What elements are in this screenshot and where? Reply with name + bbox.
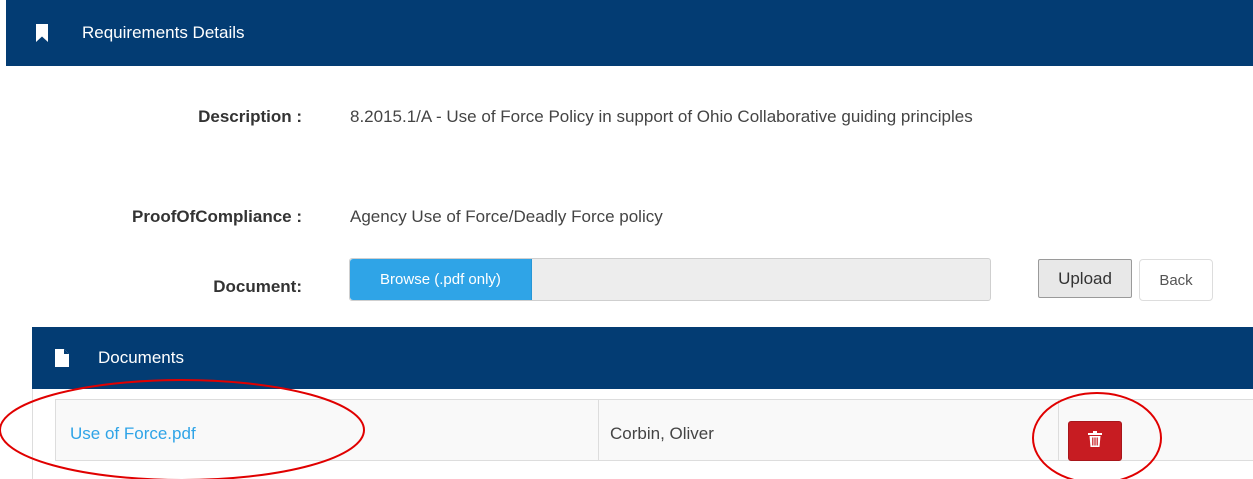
- file-name-cell: Use of Force.pdf: [56, 400, 599, 460]
- table-row: Use of Force.pdf Corbin, Oliver: [55, 399, 1253, 461]
- requirements-panel-heading: Requirements Details: [6, 0, 1253, 66]
- documents-panel-title: Documents: [98, 348, 184, 367]
- documents-panel-heading: Documents: [32, 327, 1253, 389]
- document-file-link[interactable]: Use of Force.pdf: [70, 424, 196, 444]
- description-value: 8.2015.1/A - Use of Force Policy in supp…: [350, 107, 973, 126]
- actions-cell: [1059, 400, 1253, 461]
- selected-file-name[interactable]: [532, 259, 990, 300]
- uploaded-by-cell: Corbin, Oliver: [599, 400, 1059, 460]
- browse-button[interactable]: Browse (.pdf only): [350, 259, 532, 300]
- proof-of-compliance-value: Agency Use of Force/Deadly Force policy: [350, 207, 663, 226]
- bookmark-icon: [32, 23, 52, 43]
- document-label: Document:: [213, 277, 302, 296]
- documents-table: Use of Force.pdf Corbin, Oliver: [32, 389, 1253, 479]
- proof-of-compliance-label: ProofOfCompliance :: [131, 207, 302, 226]
- requirements-panel-title: Requirements Details: [82, 23, 245, 42]
- uploaded-by-name: Corbin, Oliver: [610, 424, 714, 443]
- file-upload-input[interactable]: Browse (.pdf only): [349, 258, 991, 301]
- file-icon: [52, 348, 72, 368]
- requirements-page: Requirements Details Description : 8.201…: [0, 0, 1253, 479]
- delete-document-button[interactable]: [1068, 421, 1122, 461]
- trash-icon: [1088, 430, 1102, 452]
- back-button[interactable]: Back: [1139, 259, 1213, 301]
- upload-button[interactable]: Upload: [1038, 259, 1132, 298]
- description-label: Description :: [198, 107, 302, 126]
